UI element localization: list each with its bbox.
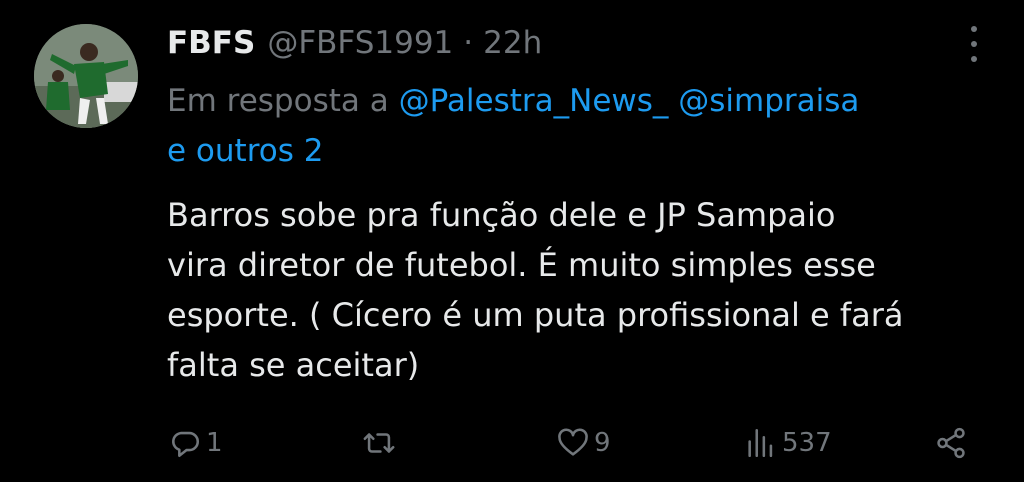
more-icon[interactable] — [970, 26, 978, 62]
separator-dot: · — [463, 25, 474, 61]
like-button[interactable]: 9 — [556, 420, 611, 466]
views-button[interactable]: 537 — [744, 420, 832, 466]
tweet-time[interactable]: 22h — [483, 25, 542, 61]
user-handle[interactable]: @FBFS1991 — [267, 25, 453, 61]
reply-prefix: Em resposta a — [167, 83, 389, 119]
avatar-image — [34, 24, 138, 128]
views-icon — [748, 428, 773, 458]
action-bar: 1 9 537 — [0, 420, 1024, 466]
mention-link[interactable]: @simpraisa — [678, 83, 859, 119]
more-dot — [971, 56, 977, 62]
more-dot — [971, 41, 977, 47]
reply-button[interactable]: 1 — [168, 420, 223, 466]
share-button[interactable] — [934, 420, 968, 466]
avatar[interactable] — [34, 24, 138, 128]
tweet-text: Barros sobe pra função dele e JP Sampaio… — [167, 196, 904, 384]
like-count: 9 — [594, 428, 611, 458]
reply-context: Em resposta a @Palestra_News_ @simpraisa… — [167, 76, 987, 176]
views-count: 537 — [782, 428, 832, 458]
retweet-button[interactable] — [362, 420, 400, 466]
reply-count: 1 — [206, 428, 223, 458]
share-icon — [937, 427, 965, 459]
reply-icon — [172, 431, 199, 458]
retweet-icon — [363, 433, 395, 453]
mention-link[interactable]: @Palestra_News_ — [399, 83, 669, 119]
tweet-header: FBFS @FBFS1991 · 22h — [167, 20, 542, 66]
heart-icon — [558, 428, 588, 456]
display-name[interactable]: FBFS — [167, 25, 255, 61]
more-dot — [971, 26, 977, 32]
others-link[interactable]: e outros 2 — [167, 133, 323, 169]
